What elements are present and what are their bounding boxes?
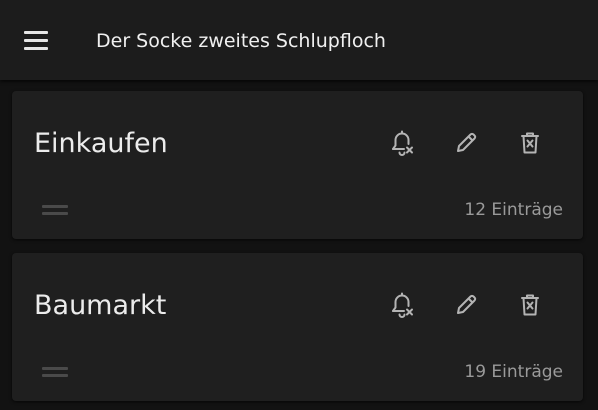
list-card[interactable]: Einkaufen 12 Einträge: [12, 91, 583, 239]
hamburger-menu-icon-line: [24, 47, 48, 50]
list-title: Einkaufen: [34, 128, 168, 159]
hamburger-menu-icon: [24, 31, 48, 34]
drag-handle-icon[interactable]: [40, 203, 70, 215]
list-card[interactable]: Baumarkt 19 Einträge: [12, 253, 583, 401]
app-title: Der Socke zweites Schlupfloch: [96, 30, 386, 52]
notifications-off-button[interactable]: [384, 287, 420, 323]
trash-icon: [521, 132, 539, 154]
pencil-icon: [457, 294, 477, 314]
pencil-icon: [457, 132, 477, 152]
delete-button[interactable]: [512, 287, 548, 323]
hamburger-menu-icon-line: [24, 39, 48, 42]
bell-off-icon: [392, 130, 413, 156]
menu-button[interactable]: [20, 26, 52, 54]
delete-button[interactable]: [512, 125, 548, 161]
notifications-off-button[interactable]: [384, 125, 420, 161]
trash-icon: [521, 294, 539, 316]
edit-button[interactable]: [448, 287, 484, 323]
edit-button[interactable]: [448, 125, 484, 161]
drag-handle-icon[interactable]: [40, 365, 70, 377]
entry-count: 12 Einträge: [464, 200, 563, 220]
entry-count: 19 Einträge: [464, 362, 563, 382]
bell-off-icon: [392, 292, 413, 318]
list-title: Baumarkt: [34, 290, 167, 321]
app-bar: Der Socke zweites Schlupfloch: [0, 0, 598, 80]
